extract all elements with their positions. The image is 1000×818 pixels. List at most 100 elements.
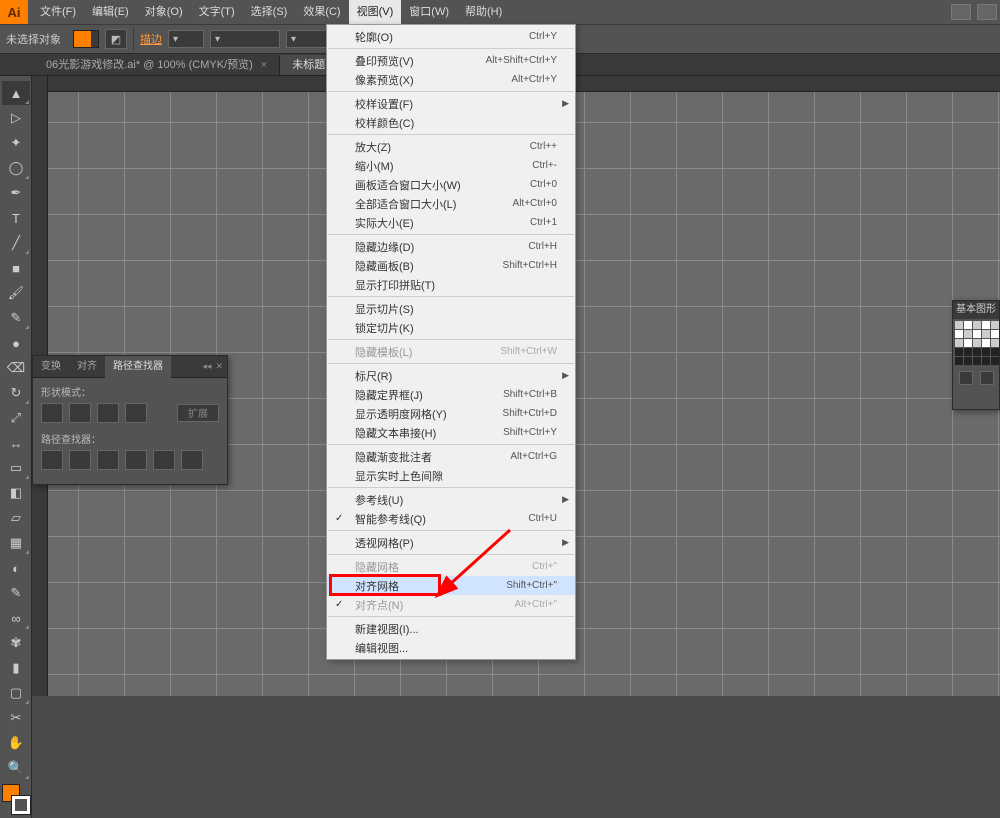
menu-item-画板适合窗口大小(W)[interactable]: 画板适合窗口大小(W)Ctrl+0 (327, 175, 575, 194)
brush-combo[interactable]: ▾ (210, 30, 280, 48)
shapes-icon-2[interactable] (980, 371, 994, 385)
free-transform-tool[interactable]: ▭ (2, 456, 30, 480)
gradient-tool[interactable]: ◐ (2, 556, 30, 580)
shapes-icon-1[interactable] (959, 371, 973, 385)
swatch[interactable] (955, 321, 963, 329)
document-tab[interactable]: 06光影游戏修改.ai* @ 100% (CMYK/预览)× (34, 55, 280, 75)
swatch[interactable] (964, 330, 972, 338)
swatch[interactable] (973, 339, 981, 347)
menu-item-新建视图(I)...[interactable]: 新建视图(I)... (327, 619, 575, 638)
swatch[interactable] (991, 321, 999, 329)
type-tool[interactable]: T (2, 206, 30, 230)
scale-tool[interactable]: ⤢ (2, 406, 30, 430)
swatch[interactable] (973, 357, 981, 365)
divide-icon[interactable] (41, 450, 63, 470)
swatch[interactable] (964, 321, 972, 329)
menu-item-对齐网格[interactable]: 对齐网格Shift+Ctrl+" (327, 576, 575, 595)
menu-item-文件(F)[interactable]: 文件(F) (32, 0, 84, 24)
slice-tool[interactable]: ✂ (2, 706, 30, 730)
stroke-weight-combo[interactable]: ▾ (168, 30, 204, 48)
exclude-icon[interactable] (125, 403, 147, 423)
eyedropper-tool[interactable]: ✎ (2, 581, 30, 605)
swatch[interactable] (991, 339, 999, 347)
swatch-grid[interactable] (953, 319, 999, 367)
merge-icon[interactable] (97, 450, 119, 470)
menu-item-隐藏画板(B)[interactable]: 隐藏画板(B)Shift+Ctrl+H (327, 256, 575, 275)
menu-item-显示透明度网格(Y)[interactable]: 显示透明度网格(Y)Shift+Ctrl+D (327, 404, 575, 423)
line-tool[interactable]: ╱ (2, 231, 30, 255)
swatch[interactable] (973, 330, 981, 338)
menu-item-编辑视图...[interactable]: 编辑视图... (327, 638, 575, 657)
menu-item-校样颜色(C)[interactable]: 校样颜色(C) (327, 113, 575, 132)
menu-item-编辑(E)[interactable]: 编辑(E) (84, 0, 137, 24)
swatch[interactable] (964, 339, 972, 347)
swatch[interactable] (955, 357, 963, 365)
minus-front-icon[interactable] (69, 403, 91, 423)
swatch[interactable] (955, 339, 963, 347)
menu-item-帮助(H)[interactable]: 帮助(H) (457, 0, 510, 24)
menu-item-显示切片(S)[interactable]: 显示切片(S) (327, 299, 575, 318)
swatch[interactable] (991, 357, 999, 365)
menu-item-实际大小(E)[interactable]: 实际大小(E)Ctrl+1 (327, 213, 575, 232)
menu-item-文字(T)[interactable]: 文字(T) (191, 0, 243, 24)
selection-tool[interactable]: ▲ (2, 81, 30, 105)
paintbrush-tool[interactable]: 🖌 (2, 281, 30, 305)
close-tab-icon[interactable]: × (261, 59, 267, 71)
swatch[interactable] (991, 348, 999, 356)
no-fill-icon[interactable]: ◩ (105, 29, 127, 49)
menu-item-效果(C)[interactable]: 效果(C) (295, 0, 348, 24)
direct-selection-tool[interactable]: ▷ (2, 106, 30, 130)
eraser-tool[interactable]: ⌫ (2, 356, 30, 380)
swatch[interactable] (982, 348, 990, 356)
fill-stroke-swatch[interactable] (2, 784, 30, 814)
menu-item-像素预览(X)[interactable]: 像素预览(X)Alt+Ctrl+Y (327, 70, 575, 89)
trim-icon[interactable] (69, 450, 91, 470)
swatch[interactable] (973, 348, 981, 356)
panel-tab-对齐[interactable]: 对齐 (69, 356, 105, 378)
mesh-tool[interactable]: ▦ (2, 531, 30, 555)
unite-icon[interactable] (41, 403, 63, 423)
panel-close-icon[interactable]: ✕ (215, 361, 223, 372)
blend-tool[interactable]: ∞ (2, 606, 30, 630)
menu-item-透视网格(P)[interactable]: 透视网格(P)▶ (327, 533, 575, 552)
symbol-sprayer-tool[interactable]: ✾ (2, 631, 30, 655)
menu-item-窗口(W)[interactable]: 窗口(W) (401, 0, 457, 24)
menu-item-隐藏边缘(D)[interactable]: 隐藏边缘(D)Ctrl+H (327, 237, 575, 256)
swatch[interactable] (955, 348, 963, 356)
pen-tool[interactable]: ✒ (2, 181, 30, 205)
crop-icon[interactable] (125, 450, 147, 470)
width-tool[interactable]: ↔ (2, 431, 30, 455)
menu-item-智能参考线(Q)[interactable]: ✓智能参考线(Q)Ctrl+U (327, 509, 575, 528)
zoom-tool[interactable]: 🔍 (2, 756, 30, 780)
menu-item-显示打印拼贴(T)[interactable]: 显示打印拼贴(T) (327, 275, 575, 294)
column-graph-tool[interactable]: ▮ (2, 656, 30, 680)
arrange-documents[interactable] (977, 4, 997, 20)
menu-item-隐藏定界框(J)[interactable]: 隐藏定界框(J)Shift+Ctrl+B (327, 385, 575, 404)
swatch[interactable] (982, 339, 990, 347)
menu-item-视图(V)[interactable]: 视图(V) (349, 0, 402, 24)
menu-item-对象(O)[interactable]: 对象(O) (137, 0, 191, 24)
perspective-tool[interactable]: ▱ (2, 506, 30, 530)
artboard-tool[interactable]: ▢ (2, 681, 30, 705)
menu-item-显示实时上色间隙[interactable]: 显示实时上色间隙 (327, 466, 575, 485)
swatch[interactable] (973, 321, 981, 329)
minus-back-icon[interactable] (181, 450, 203, 470)
outline-icon[interactable] (153, 450, 175, 470)
swatch[interactable] (991, 330, 999, 338)
menu-item-参考线(U)[interactable]: 参考线(U)▶ (327, 490, 575, 509)
rotate-tool[interactable]: ↻ (2, 381, 30, 405)
panel-collapse-icon[interactable]: ◂◂ (202, 361, 211, 372)
pencil-tool[interactable]: ✎ (2, 306, 30, 330)
hand-tool[interactable]: ✋ (2, 731, 30, 755)
panel-tab-变换[interactable]: 变换 (33, 356, 69, 378)
blob-brush-tool[interactable]: ● (2, 331, 30, 355)
rectangle-tool[interactable]: ■ (2, 256, 30, 280)
stroke-link[interactable]: 描边 (140, 31, 162, 47)
intersect-icon[interactable] (97, 403, 119, 423)
swatch[interactable] (964, 357, 972, 365)
swatch[interactable] (982, 330, 990, 338)
menu-item-放大(Z)[interactable]: 放大(Z)Ctrl++ (327, 137, 575, 156)
panel-tab-路径查找器[interactable]: 路径查找器 (105, 356, 171, 378)
menu-item-锁定切片(K)[interactable]: 锁定切片(K) (327, 318, 575, 337)
menu-item-标尺(R)[interactable]: 标尺(R)▶ (327, 366, 575, 385)
